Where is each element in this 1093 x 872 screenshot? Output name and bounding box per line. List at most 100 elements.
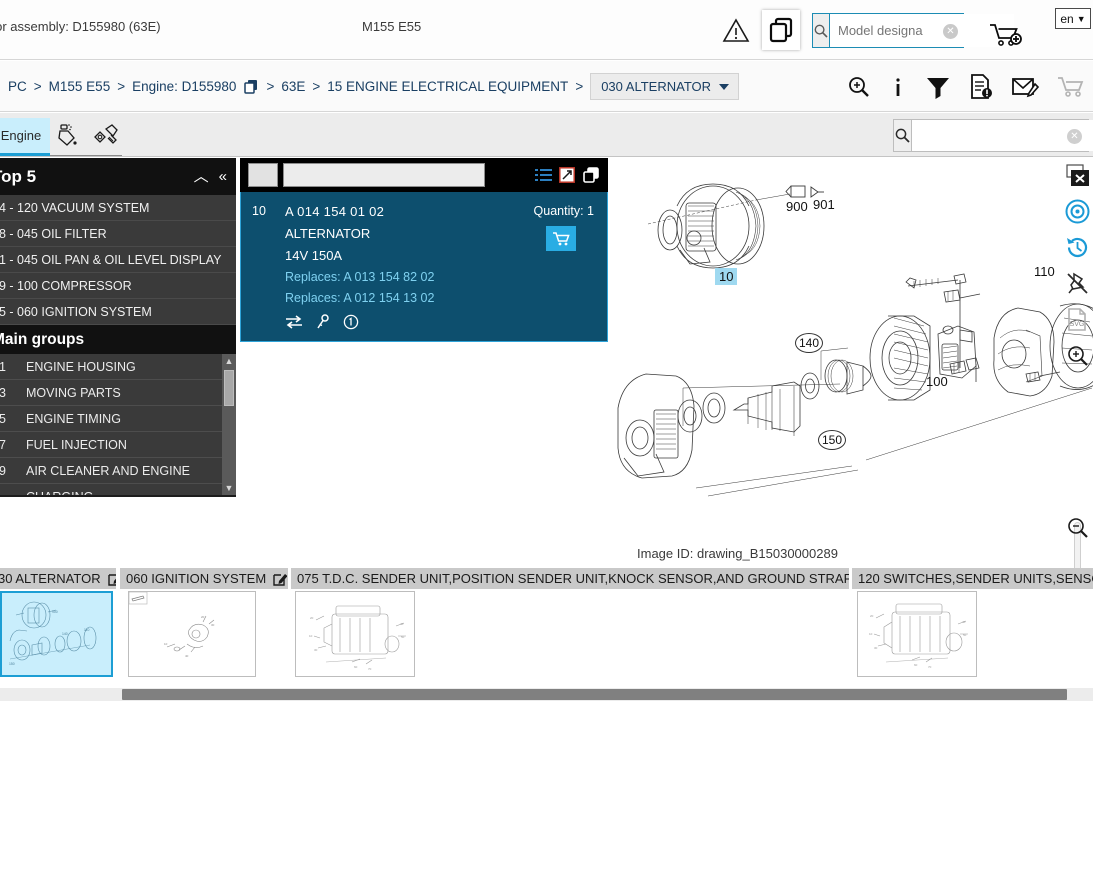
thumbnail-title-2[interactable]: 075 T.D.C. SENDER UNIT,POSITION SENDER U… (291, 568, 849, 589)
part-key-icon[interactable] (316, 314, 330, 330)
language-selector[interactable]: en ▼ (1055, 8, 1091, 29)
main-group-item[interactable]: CHARGING (0, 484, 236, 496)
model-search-input[interactable] (830, 14, 1014, 47)
callout-100: 100 (926, 374, 948, 389)
svg-text:40: 40 (962, 620, 966, 624)
cart-icon[interactable] (1057, 75, 1085, 99)
part-card-search-field[interactable] (283, 163, 485, 187)
edit-icon[interactable] (273, 572, 288, 586)
thumbnail-title-label: 30 ALTERNATOR (0, 571, 101, 586)
top5-item-label: 14 - 120 VACUUM SYSTEM (0, 200, 150, 215)
breadcrumb-item-pc[interactable]: PC (8, 79, 27, 94)
top5-item-label: 15 - 060 IGNITION SYSTEM (0, 304, 152, 319)
svg-text:150: 150 (9, 662, 15, 666)
copy-icon[interactable] (582, 166, 600, 184)
breadcrumb-item-63e[interactable]: 63E (281, 79, 305, 94)
spray-can-icon (55, 122, 83, 153)
exchange-arrows-icon[interactable] (285, 315, 303, 329)
circled-one-icon[interactable] (343, 314, 359, 330)
main-group-item[interactable]: 05 ENGINE TIMING (0, 406, 236, 432)
thumbnail-title-0[interactable]: 30 ALTERNATOR (0, 568, 116, 589)
top5-item[interactable]: 01 - 045 OIL PAN & OIL LEVEL DISPLAY (0, 247, 236, 273)
breadcrumb-copy-icon[interactable] (243, 79, 259, 95)
scroll-up-icon[interactable]: ▲ (222, 354, 236, 368)
search-icon[interactable] (813, 14, 830, 47)
warning-triangle-icon[interactable] (722, 18, 750, 44)
breadcrumb-item-engine[interactable]: Engine: D155980 (132, 79, 236, 94)
main-group-item[interactable]: 09 AIR CLEANER AND ENGINE (0, 458, 236, 484)
target-focus-icon[interactable] (1062, 196, 1093, 227)
top5-item[interactable]: 14 - 120 VACUUM SYSTEM (0, 195, 236, 221)
mail-edit-icon[interactable] (1011, 75, 1039, 99)
expand-view-icon[interactable] (559, 167, 575, 183)
collapse-left-icon[interactable]: « (219, 169, 227, 184)
cart-add-icon[interactable] (988, 22, 1022, 53)
tab-engine[interactable]: Engine (0, 118, 50, 156)
tab-fasteners[interactable] (88, 121, 126, 153)
thumbnail-title-3[interactable]: 120 SWITCHES,SENDER UNITS,SENSORS (852, 568, 1093, 589)
part-replaces-1[interactable]: Replaces: A 013 154 82 02 (285, 270, 434, 284)
top5-item[interactable]: 15 - 060 IGNITION SYSTEM (0, 299, 236, 325)
part-index: 10 (252, 204, 266, 218)
copy-documents-icon[interactable] (762, 10, 800, 50)
history-reset-icon[interactable] (1062, 232, 1093, 263)
zoom-in-icon[interactable] (1062, 340, 1093, 371)
callout-10[interactable]: 10 (715, 268, 738, 285)
top5-item[interactable]: 09 - 100 COMPRESSOR (0, 273, 236, 299)
empty-area (0, 701, 1093, 872)
breadcrumb-item-group[interactable]: 15 ENGINE ELECTRICAL EQUIPMENT (327, 79, 568, 94)
main-group-number: 05 (0, 411, 6, 426)
breadcrumb-separator: > (266, 79, 275, 94)
sidebar-scrollbar[interactable]: ▲ ▼ (222, 354, 236, 495)
assembly-label: ajor assembly: D155980 (63E) (0, 19, 161, 34)
pin-off-icon[interactable] (1062, 268, 1093, 299)
thumbnail-item-1[interactable]: 20 30 10 40 (128, 591, 256, 677)
top5-item[interactable]: 18 - 045 OIL FILTER (0, 221, 236, 247)
technical-drawing[interactable]: 900 901 10 110 140 100 150 (608, 158, 1093, 548)
breadcrumb-current-dropdown[interactable]: 030 ALTERNATOR (590, 73, 740, 100)
clear-icon[interactable]: ✕ (1067, 129, 1082, 144)
parts-search-input[interactable] (912, 120, 1093, 151)
search-icon[interactable] (894, 120, 912, 151)
callout-901: 901 (813, 197, 835, 212)
main-group-item[interactable]: 01 ENGINE HOUSING (0, 354, 236, 380)
add-to-cart-button[interactable] (546, 226, 576, 251)
scrollbar-thumb[interactable] (224, 370, 234, 406)
document-alert-icon[interactable] (969, 73, 993, 100)
bolt-screw-icon (92, 122, 122, 153)
sidebar: Top 5 ︿ « 14 - 120 VACUUM SYSTEM 18 - 04… (0, 158, 236, 497)
tab-underline (50, 155, 122, 156)
svg-text:40: 40 (185, 654, 189, 658)
chevron-down-icon: ▼ (1076, 13, 1086, 24)
zoom-search-icon[interactable] (847, 75, 871, 99)
top5-title: Top 5 (0, 166, 37, 186)
edit-icon[interactable] (107, 572, 116, 586)
main-group-item[interactable]: 07 FUEL INJECTION (0, 432, 236, 458)
main-group-label: FUEL INJECTION (26, 437, 127, 452)
part-replaces-2[interactable]: Replaces: A 012 154 13 02 (285, 291, 434, 305)
clear-icon[interactable]: ✕ (943, 24, 958, 39)
part-card-toolbar (240, 158, 608, 192)
main-group-item[interactable]: 03 MOVING PARTS (0, 380, 236, 406)
thumbnail-item-3[interactable]: 20 10 30 40 50 60 70 (857, 591, 977, 677)
model-search-box[interactable]: ✕ (812, 13, 1014, 48)
thumbnail-item-0[interactable]: 900 150 140 110 (0, 591, 113, 677)
tab-fluids[interactable] (50, 121, 88, 153)
thumbnail-title-1[interactable]: 060 IGNITION SYSTEM (120, 568, 288, 589)
info-icon[interactable] (889, 75, 907, 99)
horizontal-scrollbar-thumb[interactable] (122, 689, 1067, 700)
filter-funnel-icon[interactable] (925, 75, 951, 99)
list-view-icon[interactable] (535, 168, 552, 183)
part-card-index-box[interactable] (248, 163, 278, 187)
scroll-down-icon[interactable]: ▼ (222, 481, 236, 495)
thumbnail-item-2[interactable]: 20 10 30 40 50 60 70 (295, 591, 415, 677)
horizontal-scrollbar[interactable] (0, 688, 1093, 701)
close-icon[interactable] (1062, 160, 1093, 191)
chevron-up-icon[interactable]: ︿ (194, 169, 209, 184)
tab-engine-label: Engine (0, 128, 42, 143)
breadcrumb-item-model[interactable]: M155 E55 (49, 79, 111, 94)
svg-export-icon[interactable]: SVG (1062, 304, 1093, 335)
language-value: en (1060, 11, 1074, 26)
zoom-out-icon[interactable] (1062, 512, 1093, 543)
parts-search-box[interactable]: ✕ (893, 119, 1093, 152)
